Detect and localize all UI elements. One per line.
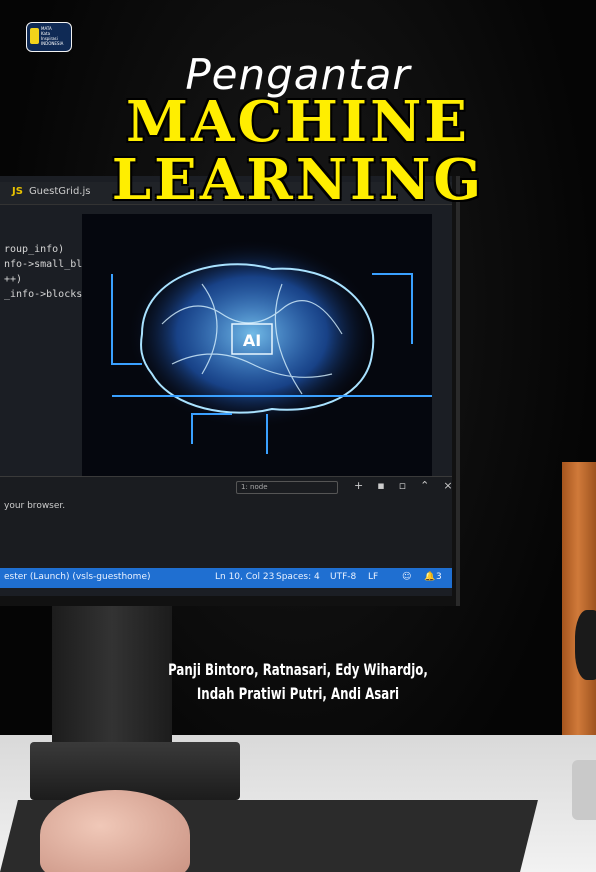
hand: [40, 790, 190, 872]
terminal-panel: 1: node +▪▫⌃× your browser.: [0, 476, 452, 569]
authors-line: Indah Pratiwi Putri, Andi Asari: [196, 684, 400, 703]
authors-line: Panji Bintoro, Ratnasari, Edy Wihardjo,: [168, 660, 428, 679]
trash-icon: ▪: [377, 479, 399, 492]
bell-icon: 🔔: [424, 572, 436, 582]
notification-count: 3: [436, 572, 442, 582]
status-spaces: Spaces: 4: [276, 572, 320, 582]
book-title-line2: LEARNING: [111, 147, 485, 213]
publisher-logo-text: MATA Kata Inspirasi INDONESIA: [41, 26, 69, 46]
terminal-output: your browser.: [4, 501, 66, 511]
terminal-select: 1: node: [236, 481, 338, 494]
close-icon: ×: [443, 479, 452, 492]
speaker-cone: [575, 610, 596, 680]
status-branch: ester (Launch) (vsls-guesthome): [4, 572, 151, 582]
status-position: Ln 10, Col 23: [215, 572, 275, 582]
status-eol: LF: [368, 572, 379, 582]
chevron-up-icon: ⌃: [420, 479, 444, 492]
lightbulb-icon: [30, 28, 39, 44]
split-icon: ▫: [398, 479, 421, 492]
speaker-front: [572, 760, 596, 820]
book-authors: Panji Bintoro, Ratnasari, Edy Wihardjo, …: [54, 658, 543, 706]
plus-icon: +: [354, 479, 378, 492]
feedback-icon: ☺: [402, 572, 412, 582]
status-bar: ester (Launch) (vsls-guesthome) Ln 10, C…: [0, 568, 452, 588]
status-encoding: UTF-8: [330, 572, 357, 582]
logo-line: INDONESIA: [41, 41, 64, 46]
terminal-action-icons: +▪▫⌃×: [354, 479, 452, 492]
monitor: JS GuestGrid.js roup_info) nfo->small_blo…: [0, 176, 460, 606]
ai-chip-label: AI: [243, 331, 261, 350]
brain-graphic: AI: [82, 214, 432, 476]
book-title-line1: MACHINE: [126, 89, 470, 155]
book-cover: JS GuestGrid.js roup_info) nfo->small_blo…: [0, 0, 596, 872]
publisher-logo: MATA Kata Inspirasi INDONESIA: [26, 22, 72, 52]
editor-screen: JS GuestGrid.js roup_info) nfo->small_blo…: [0, 176, 452, 596]
brain-visualization: AI: [82, 214, 432, 476]
terminal-toolbar: 1: node +▪▫⌃×: [0, 477, 452, 495]
